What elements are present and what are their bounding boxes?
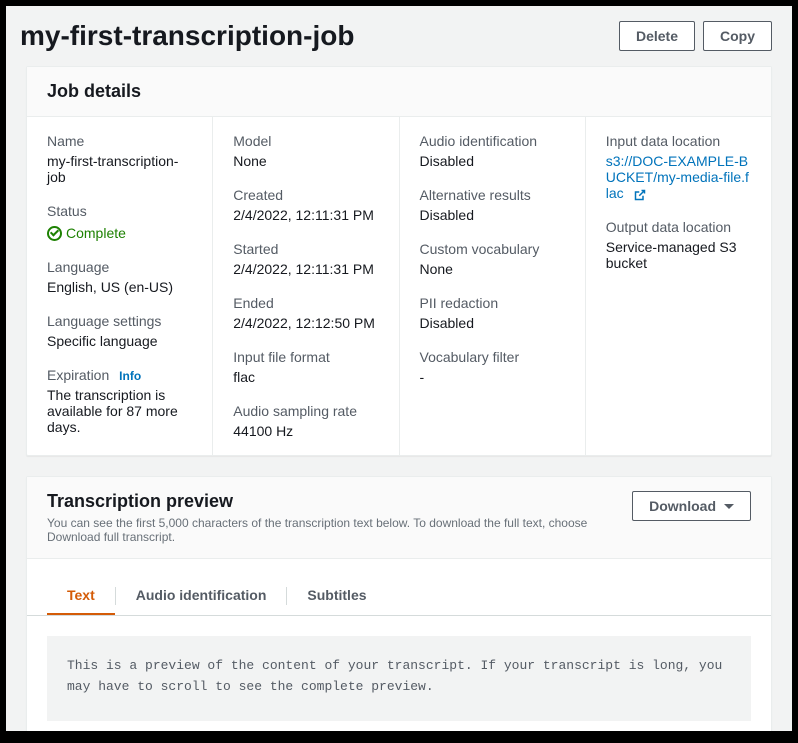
expiration-label: Expiration Info bbox=[47, 367, 192, 383]
status-label: Status bbox=[47, 203, 192, 219]
model-label: Model bbox=[233, 133, 378, 149]
alt-results-value: Disabled bbox=[420, 207, 565, 223]
delete-button[interactable]: Delete bbox=[619, 21, 695, 51]
job-details-panel: Job details Name my-first-transcription-… bbox=[26, 66, 772, 456]
download-button[interactable]: Download bbox=[632, 491, 751, 521]
expiration-info-link[interactable]: Info bbox=[119, 369, 141, 383]
ended-value: 2/4/2022, 12:12:50 PM bbox=[233, 315, 378, 331]
caret-down-icon bbox=[724, 504, 734, 509]
input-loc-link[interactable]: s3://DOC-EXAMPLE-BUCKET/my-media-file.fl… bbox=[606, 153, 749, 201]
alt-results-label: Alternative results bbox=[420, 187, 565, 203]
lang-settings-label: Language settings bbox=[47, 313, 192, 329]
custom-vocab-label: Custom vocabulary bbox=[420, 241, 565, 257]
created-label: Created bbox=[233, 187, 378, 203]
pii-value: Disabled bbox=[420, 315, 565, 331]
details-col-4: Input data location s3://DOC-EXAMPLE-BUC… bbox=[586, 117, 771, 455]
page-header: my-first-transcription-job Delete Copy bbox=[6, 6, 792, 66]
output-loc-value: Service-managed S3 bucket bbox=[606, 239, 751, 271]
pii-label: PII redaction bbox=[420, 295, 565, 311]
copy-button[interactable]: Copy bbox=[703, 21, 772, 51]
preview-subtitle: You can see the first 5,000 characters o… bbox=[47, 516, 632, 544]
sampling-value: 44100 Hz bbox=[233, 423, 378, 439]
page-title: my-first-transcription-job bbox=[20, 20, 354, 52]
sampling-label: Audio sampling rate bbox=[233, 403, 378, 419]
job-details-header: Job details bbox=[27, 67, 771, 117]
name-label: Name bbox=[47, 133, 192, 149]
output-loc-label: Output data location bbox=[606, 219, 751, 235]
preview-header: Transcription preview You can see the fi… bbox=[27, 477, 771, 559]
details-col-1: Name my-first-transcription-job Status C… bbox=[27, 117, 213, 455]
language-value: English, US (en-US) bbox=[47, 279, 192, 295]
tab-audio-identification[interactable]: Audio identification bbox=[116, 577, 287, 615]
external-link-icon bbox=[634, 188, 646, 200]
format-label: Input file format bbox=[233, 349, 378, 365]
started-value: 2/4/2022, 12:11:31 PM bbox=[233, 261, 378, 277]
check-circle-icon bbox=[47, 226, 62, 241]
started-label: Started bbox=[233, 241, 378, 257]
tab-subtitles[interactable]: Subtitles bbox=[287, 577, 386, 615]
audio-id-value: Disabled bbox=[420, 153, 565, 169]
audio-id-label: Audio identification bbox=[420, 133, 565, 149]
vocab-filter-value: - bbox=[420, 369, 565, 385]
input-loc-value: s3://DOC-EXAMPLE-BUCKET/my-media-file.fl… bbox=[606, 153, 751, 201]
format-value: flac bbox=[233, 369, 378, 385]
expiration-value: The transcription is available for 87 mo… bbox=[47, 387, 192, 435]
tab-text[interactable]: Text bbox=[47, 577, 115, 615]
transcription-preview-panel: Transcription preview You can see the fi… bbox=[26, 476, 772, 731]
preview-content: This is a preview of the content of your… bbox=[47, 636, 751, 721]
custom-vocab-value: None bbox=[420, 261, 565, 277]
vocab-filter-label: Vocabulary filter bbox=[420, 349, 565, 365]
details-grid: Name my-first-transcription-job Status C… bbox=[27, 117, 771, 455]
header-actions: Delete Copy bbox=[619, 21, 772, 51]
ended-label: Ended bbox=[233, 295, 378, 311]
status-text: Complete bbox=[66, 225, 126, 241]
job-details-title: Job details bbox=[47, 81, 751, 102]
created-value: 2/4/2022, 12:11:31 PM bbox=[233, 207, 378, 223]
name-value: my-first-transcription-job bbox=[47, 153, 192, 185]
download-label: Download bbox=[649, 498, 716, 514]
status-value: Complete bbox=[47, 225, 126, 241]
model-value: None bbox=[233, 153, 378, 169]
input-loc-label: Input data location bbox=[606, 133, 751, 149]
preview-tabs: Text Audio identification Subtitles bbox=[27, 577, 771, 616]
details-col-3: Audio identification Disabled Alternativ… bbox=[400, 117, 586, 455]
language-label: Language bbox=[47, 259, 192, 275]
details-col-2: Model None Created 2/4/2022, 12:11:31 PM… bbox=[213, 117, 399, 455]
preview-title: Transcription preview bbox=[47, 491, 632, 512]
lang-settings-value: Specific language bbox=[47, 333, 192, 349]
